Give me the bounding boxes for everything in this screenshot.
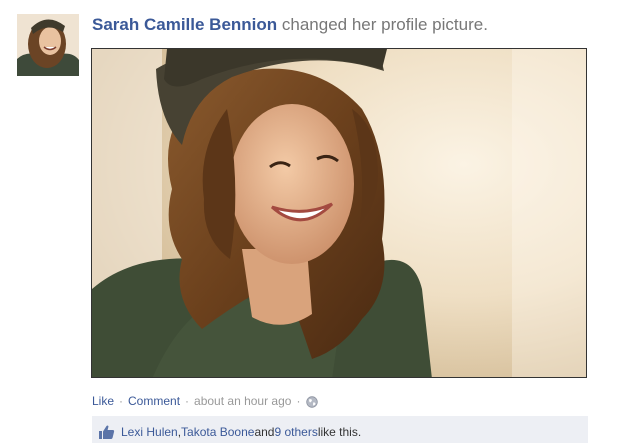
others-link[interactable]: 9 others <box>274 424 317 440</box>
separator-dot: · <box>296 394 301 408</box>
timestamp[interactable]: about an hour ago <box>194 392 291 410</box>
avatar-image <box>17 14 79 76</box>
separator-dot: · <box>119 394 124 408</box>
liker-name-link[interactable]: Lexi Hulen <box>121 424 178 440</box>
avatar[interactable] <box>17 14 79 76</box>
author-name-link[interactable]: Sarah Camille Bennion <box>92 15 277 34</box>
story-actions: Like · Comment · about an hour ago · <box>92 392 319 410</box>
like-link[interactable]: Like <box>92 392 114 410</box>
profile-photo[interactable] <box>91 48 587 378</box>
story-action-text: changed her profile picture. <box>277 15 488 34</box>
likes-summary: Lexi Hulen, Takota Boone and 9 others li… <box>92 416 588 443</box>
globe-icon[interactable] <box>306 395 319 408</box>
feed-story: Sarah Camille Bennion changed her profil… <box>0 0 640 443</box>
thumbs-up-icon <box>98 424 115 440</box>
story-headline: Sarah Camille Bennion changed her profil… <box>92 13 488 37</box>
separator-dot: · <box>185 394 190 408</box>
profile-photo-image <box>92 49 586 377</box>
comment-link[interactable]: Comment <box>128 392 180 410</box>
likes-suffix: like this. <box>317 425 362 439</box>
liker-name-link[interactable]: Takota Boone <box>181 424 254 440</box>
likes-and-text: and <box>254 425 275 439</box>
